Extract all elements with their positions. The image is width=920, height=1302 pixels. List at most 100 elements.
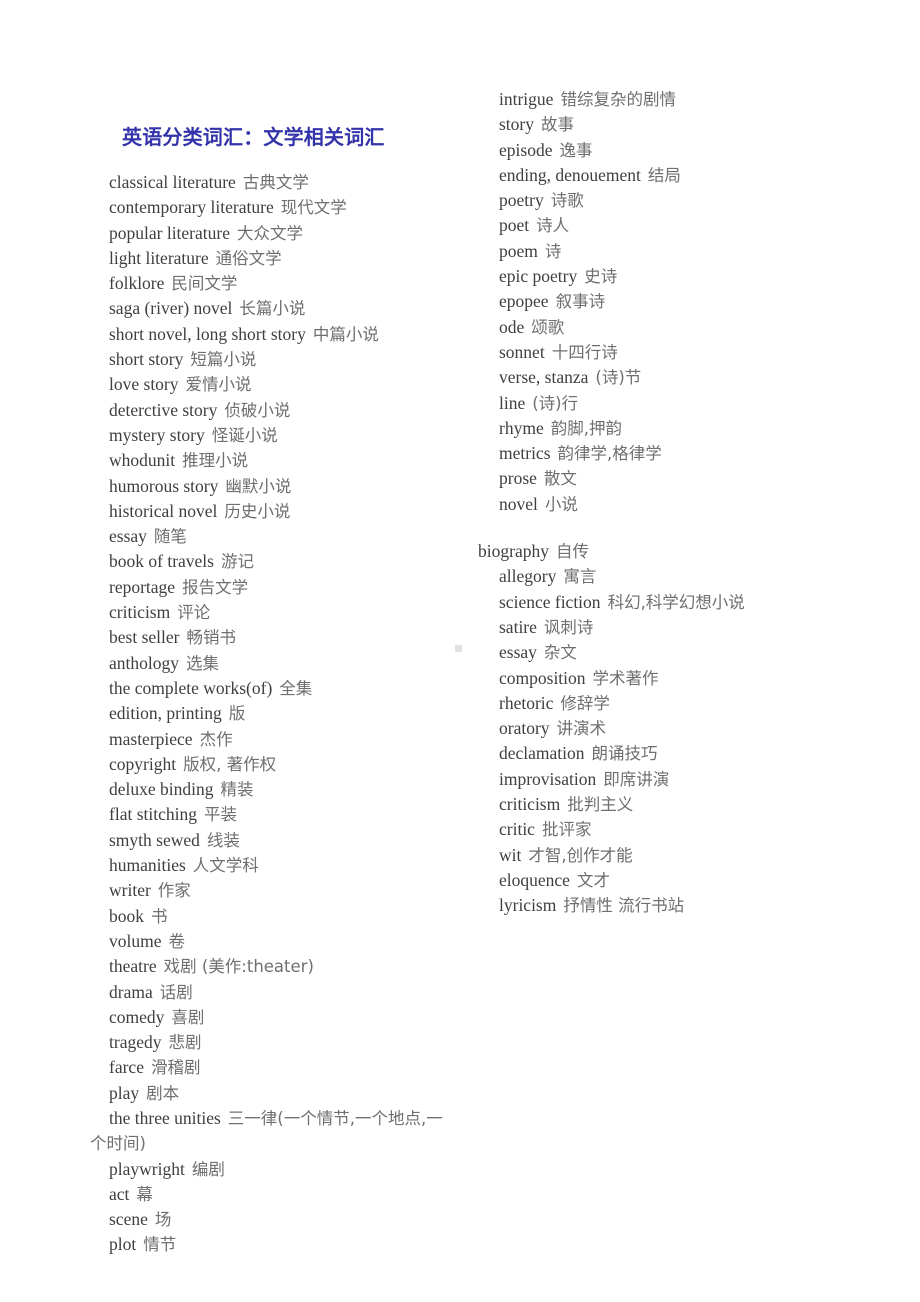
entry-term-en: contemporary literature — [109, 197, 274, 218]
entry-term-en: sonnet — [499, 341, 545, 362]
vocabulary-entry: intrigue 错综复杂的剧情 — [478, 87, 858, 112]
gray-square-artifact — [455, 645, 462, 652]
entry-term-en: comedy — [109, 1006, 165, 1027]
entry-term-zh: 版权, 著作权 — [183, 754, 277, 774]
entry-term-zh: 才智,创作才能 — [528, 845, 633, 865]
entry-term-en: deluxe binding — [109, 779, 214, 800]
entry-term-zh: 叙事诗 — [555, 292, 606, 312]
entry-term-zh: 幽默小说 — [225, 476, 292, 496]
vocabulary-entry: declamation 朗诵技巧 — [478, 741, 858, 766]
vocabulary-entry: poem 诗 — [478, 239, 858, 264]
entry-term-en: verse, stanza — [499, 367, 589, 388]
vocabulary-entry: tragedy 悲剧 — [90, 1030, 458, 1055]
document-page: 英语分类词汇：文学相关词汇 classical literature 古典文学 co… — [0, 0, 920, 1302]
vocabulary-entry: farce 滑稽剧 — [90, 1055, 458, 1080]
entry-term-zh: 批评家 — [541, 820, 592, 840]
entry-term-en: line — [499, 392, 526, 413]
entry-term-en: satire — [499, 616, 537, 637]
vocabulary-entry: playwright 编剧 — [90, 1157, 458, 1182]
entry-term-zh: (诗)行 — [532, 393, 579, 413]
entry-term-zh: 话剧 — [159, 982, 193, 1002]
vocabulary-entry: contemporary literature 现代文学 — [90, 195, 458, 220]
entry-term-en: playwright — [109, 1158, 185, 1179]
entry-term-zh: 诗歌 — [550, 191, 584, 211]
vocabulary-entry: smyth sewed 线装 — [90, 828, 458, 853]
entry-term-zh: 颂歌 — [531, 317, 565, 337]
vocabulary-entry: poet 诗人 — [478, 213, 858, 238]
entry-term-en: smyth sewed — [109, 829, 200, 850]
vocabulary-entry: ode 颂歌 — [478, 315, 858, 340]
entry-term-en: whodunit — [109, 450, 176, 471]
vocabulary-entry: book of travels 游记 — [90, 549, 458, 574]
vocabulary-entry: rhyme 韵脚,押韵 — [478, 416, 858, 441]
entry-term-en: allegory — [499, 566, 557, 587]
entry-term-en: humorous story — [109, 475, 219, 496]
entry-term-en: popular literature — [109, 222, 230, 243]
entry-term-zh: 怪诞小说 — [211, 425, 278, 445]
vocabulary-entry: plot 情节 — [90, 1232, 458, 1257]
vocabulary-entry: sonnet 十四行诗 — [478, 340, 858, 365]
vocabulary-entry: theatre 戏剧 (美作:theater) — [90, 954, 458, 979]
entry-term-zh: 诗人 — [536, 216, 570, 236]
entry-term-zh: 故事 — [541, 115, 574, 135]
entry-term-zh: 现代文学 — [280, 198, 347, 218]
entry-term-zh: 错综复杂的剧情 — [560, 90, 676, 109]
entry-term-zh: 悲剧 — [168, 1033, 202, 1053]
entry-term-en: scene — [109, 1209, 148, 1230]
left-column: classical literature 古典文学 contemporary lit… — [90, 170, 458, 1258]
entry-term-zh: 平装 — [203, 805, 237, 825]
entry-term-zh: 散文 — [543, 469, 577, 489]
vocabulary-entry: popular literature 大众文学 — [90, 221, 458, 246]
entry-term-zh: 逸事 — [559, 140, 593, 160]
entry-term-en: book of travels — [109, 551, 214, 572]
vocabulary-entry: act 幕 — [90, 1182, 458, 1207]
entry-term-en: prose — [499, 468, 537, 489]
entry-term-zh: 爱情小说 — [185, 375, 252, 395]
vocabulary-entry: story 故事 — [478, 112, 858, 137]
vocabulary-entry: eloquence 文才 — [478, 868, 858, 893]
entry-term-zh: 戏剧 (美作:theater) — [163, 957, 314, 977]
page-title: 英语分类词汇：文学相关词汇 — [122, 127, 385, 150]
vocabulary-entry: epopee 叙事诗 — [478, 289, 858, 314]
vocabulary-entry: allegory 寓言 — [478, 564, 858, 589]
entry-term-zh: 短篇小说 — [190, 350, 257, 370]
entry-term-zh: 编剧 — [191, 1159, 225, 1179]
vocabulary-entry: short novel, long short story 中篇小说 — [90, 322, 458, 347]
entry-term-zh: 文才 — [576, 870, 610, 890]
vocabulary-entry: lyricism 抒情性 流行书站 — [478, 893, 858, 918]
vocabulary-entry: verse, stanza (诗)节 — [478, 365, 858, 390]
entry-term-zh: 杂文 — [543, 643, 577, 663]
vocabulary-entry: the three unities 三一律(一个情节,一个地点,一个时间) — [90, 1106, 458, 1157]
vocabulary-entry: saga (river) novel 长篇小说 — [90, 296, 458, 321]
right-column: intrigue 错综复杂的剧情 story 故事 episode 逸事 ending, d… — [478, 87, 858, 919]
entry-term-en: short story — [109, 349, 184, 370]
vocabulary-entry: edition, printing 版 — [90, 701, 458, 726]
entry-term-en: historical novel — [109, 500, 218, 521]
entry-term-en: farce — [109, 1057, 144, 1078]
vocabulary-entry: humorous story 幽默小说 — [90, 474, 458, 499]
entry-term-zh: 精装 — [220, 780, 254, 800]
vocabulary-entry: light literature 通俗文学 — [90, 246, 458, 271]
entry-term-zh: 线装 — [206, 830, 240, 850]
vocabulary-entry: episode 逸事 — [478, 138, 858, 163]
vocabulary-entry: reportage 报告文学 — [90, 575, 458, 600]
entry-term-en: flat stitching — [109, 804, 197, 825]
vocabulary-entry: criticism 评论 — [90, 600, 458, 625]
vocabulary-entry: novel 小说 — [478, 492, 858, 517]
entry-term-en: light literature — [109, 247, 209, 268]
vocabulary-entry: deterctive story 侦破小说 — [90, 398, 458, 423]
vocabulary-entry: mystery story 怪诞小说 — [90, 423, 458, 448]
entry-term-zh: 大众文学 — [237, 223, 303, 243]
vocabulary-entry: folklore 民间文学 — [90, 271, 458, 296]
entry-term-en: masterpiece — [109, 728, 193, 749]
vocabulary-entry: anthology 选集 — [90, 651, 458, 676]
entry-term-zh: 科幻,科学幻想小说 — [607, 592, 745, 612]
entry-term-en: edition, printing — [109, 703, 222, 724]
entry-term-zh: 评论 — [177, 603, 211, 623]
vocabulary-entry: biography 自传 — [478, 539, 858, 564]
entry-term-zh: 杰作 — [199, 729, 233, 749]
entry-term-en: essay — [499, 642, 537, 663]
vocabulary-entry: drama 话剧 — [90, 980, 458, 1005]
entry-term-en: intrigue — [499, 89, 554, 109]
entry-term-zh: 中篇小说 — [312, 324, 379, 344]
